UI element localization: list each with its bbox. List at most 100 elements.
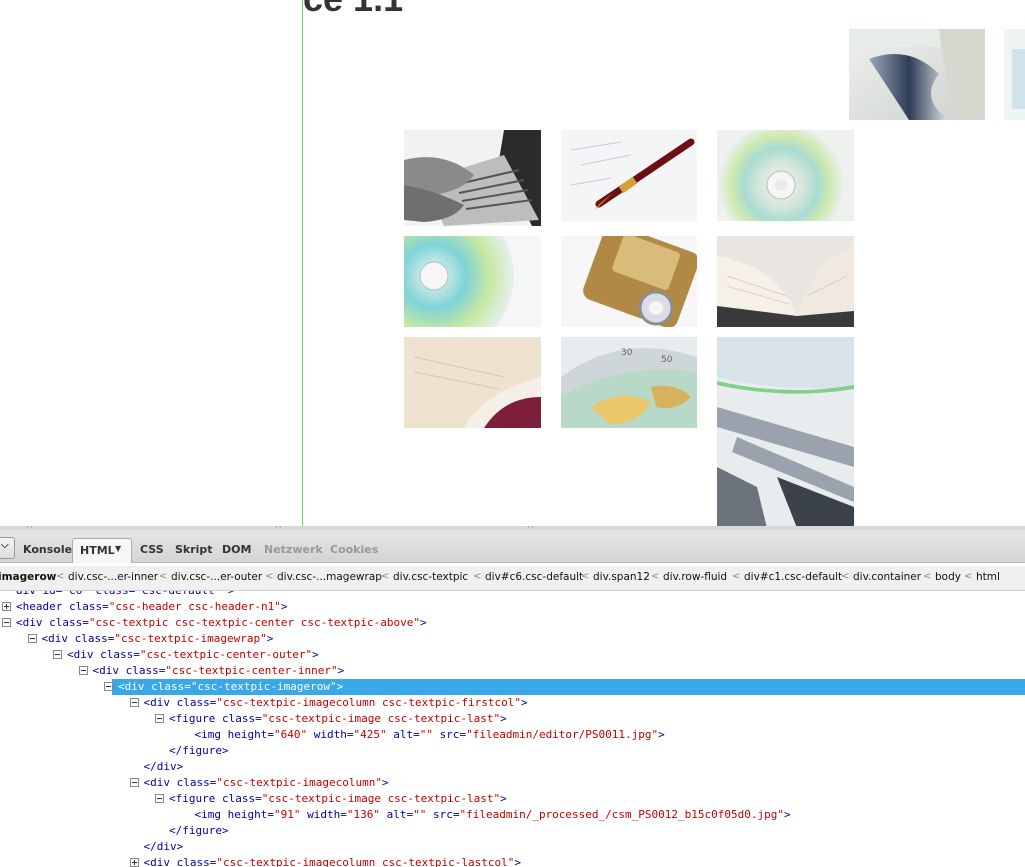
- tag-text: >: [420, 616, 427, 629]
- attribute-name: class=: [68, 600, 109, 613]
- html-tree-node[interactable]: <img height="640" width="425" alt="" src…: [0, 727, 1025, 743]
- html-node-markup: <img height="91" width="136" alt="" src=…: [195, 807, 791, 823]
- html-tree-node[interactable]: <div class="csc-textpic-center-inner">: [0, 663, 1025, 679]
- html-tree-node[interactable]: <div class="csc-textpic-imagerow">: [0, 679, 1025, 695]
- html-tree-node[interactable]: <header class="csc-header csc-header-n1"…: [0, 599, 1025, 615]
- breadcrumb-item[interactable]: div.csc-textpic: [393, 571, 468, 583]
- attribute-value: "": [419, 728, 433, 741]
- tag-text: <img: [194, 808, 228, 821]
- breadcrumb-item[interactable]: div.row-fluid: [663, 571, 727, 583]
- html-tree-node[interactable]: div id="c6" class="csc-default" >: [0, 591, 1025, 599]
- attribute-name: class=: [49, 616, 89, 629]
- html-tree-node[interactable]: </figure>: [0, 743, 1025, 759]
- attribute-name: alt=: [386, 728, 420, 741]
- attribute-name: class=: [100, 648, 140, 661]
- collapse-icon[interactable]: [27, 634, 37, 643]
- collapse-icon[interactable]: [104, 682, 113, 691]
- html-node-markup: </figure>: [169, 743, 229, 759]
- html-tree-node[interactable]: <div class="csc-textpic-center-outer">: [0, 647, 1025, 663]
- html-node-markup: <div class="csc-textpic-imagewrap">: [42, 631, 274, 647]
- tag-text: >: [280, 600, 288, 613]
- tab-html-label: HTML: [80, 544, 115, 557]
- collapse-icon[interactable]: [2, 618, 11, 627]
- collapse-icon[interactable]: [129, 698, 139, 707]
- image-padlock-key: [561, 236, 697, 327]
- html-tree-node[interactable]: <div class="csc-textpic csc-textpic-cent…: [0, 615, 1025, 631]
- tag-text: </div>: [143, 840, 184, 853]
- breadcrumb-item[interactable]: imagerow: [0, 571, 56, 583]
- image-cd-disc-1: [717, 130, 854, 221]
- tag-text: <div: [67, 648, 101, 661]
- attribute-value: "csc-header csc-header-n1": [108, 600, 281, 613]
- expand-icon[interactable]: [129, 858, 139, 867]
- html-tree-node[interactable]: <figure class="csc-textpic-image csc-tex…: [0, 791, 1025, 807]
- attribute-value: "csc-textpic-imagerow": [190, 680, 337, 693]
- breadcrumb-separator-icon: <: [265, 571, 274, 582]
- tab-netzwerk[interactable]: Netzwerk: [264, 543, 323, 556]
- breadcrumb-item[interactable]: div.csc-...er-outer: [171, 571, 262, 583]
- html-tree-node[interactable]: </div>: [0, 839, 1025, 855]
- breadcrumb-separator-icon: <: [381, 571, 390, 582]
- breadcrumb-item[interactable]: body: [935, 571, 961, 583]
- tab-skript[interactable]: Skript: [175, 543, 213, 556]
- collapse-icon[interactable]: [155, 714, 164, 723]
- tag-text: <div: [118, 680, 152, 693]
- breadcrumb-item[interactable]: div.csc-...er-inner: [68, 571, 158, 583]
- attribute-value: "csc-textpic-imagewrap": [114, 632, 267, 645]
- html-tree-node[interactable]: <div class="csc-textpic-imagecolumn">: [0, 775, 1025, 791]
- attribute-name: class=: [176, 856, 217, 867]
- breadcrumb-item[interactable]: div#c6.csc-default: [485, 571, 583, 583]
- tab-konsole[interactable]: Konsole: [23, 543, 72, 556]
- attribute-name: src=: [432, 728, 467, 741]
- page-viewport: ce 1.1: [0, 0, 1025, 528]
- dropdown-arrow-icon[interactable]: ▼: [115, 544, 121, 553]
- collapse-icon[interactable]: [78, 666, 88, 675]
- html-tree-node[interactable]: <figure class="csc-textpic-image csc-tex…: [0, 711, 1025, 727]
- attribute-value: "csc-textpic-image csc-textpic-last": [261, 792, 501, 805]
- attribute-name: class=: [74, 632, 115, 645]
- collapse-icon[interactable]: [155, 794, 164, 803]
- html-node-markup: <div class="csc-textpic csc-textpic-cent…: [16, 615, 427, 631]
- tab-cookies[interactable]: Cookies: [330, 543, 378, 556]
- attribute-name: class=: [151, 680, 191, 693]
- tag-text: <div: [41, 632, 75, 645]
- html-tree-node[interactable]: <div class="csc-textpic-imagecolumn csc-…: [0, 855, 1025, 867]
- collapse-icon[interactable]: [129, 778, 139, 787]
- html-node-markup: div id="c6" class="csc-default" >: [16, 591, 235, 599]
- collapse-icon[interactable]: [53, 650, 62, 659]
- breadcrumb-item[interactable]: div.container: [853, 571, 921, 583]
- breadcrumb-separator-icon: <: [923, 571, 932, 582]
- attribute-value: "csc-textpic-center-outer": [139, 648, 313, 661]
- html-node-markup: <div class="csc-textpic-center-outer">: [67, 647, 319, 663]
- html-tree-node[interactable]: <div class="csc-textpic-imagewrap">: [0, 631, 1025, 647]
- layout-guide-line: [302, 0, 303, 528]
- breadcrumb-item[interactable]: div.span12: [593, 571, 650, 583]
- attribute-value: "640": [273, 728, 308, 741]
- expand-icon[interactable]: [2, 602, 11, 611]
- tab-html[interactable]: HTML ▼: [72, 538, 132, 563]
- html-tree-node[interactable]: </div>: [0, 759, 1025, 775]
- tab-css[interactable]: CSS: [140, 543, 164, 556]
- devtools-menu-button[interactable]: ⌵: [0, 537, 15, 559]
- html-tree-node[interactable]: <div class="csc-textpic-imagecolumn csc-…: [0, 695, 1025, 711]
- html-node-markup: </figure>: [169, 823, 229, 839]
- image-laptop-typing: [404, 130, 541, 226]
- tag-text: >: [381, 776, 389, 789]
- html-tree-node[interactable]: </figure>: [0, 823, 1025, 839]
- breadcrumb-item[interactable]: html: [976, 571, 1000, 583]
- attribute-name: class=: [176, 696, 217, 709]
- attribute-value: "fileadmin/editor/PS0011.jpg": [466, 728, 659, 741]
- html-tree-node[interactable]: <img height="91" width="136" alt="" src=…: [0, 807, 1025, 823]
- tag-text: </div>: [143, 760, 184, 773]
- html-node-markup: <div class="csc-textpic-imagerow">: [118, 679, 343, 695]
- tag-text: >: [337, 664, 345, 677]
- attribute-value: "csc-textpic-image csc-textpic-last": [261, 712, 501, 725]
- tag-text: >: [266, 632, 274, 645]
- tab-dom[interactable]: DOM: [222, 543, 251, 556]
- attribute-name: height=: [227, 728, 274, 741]
- html-node-markup: <div class="csc-textpic-imagecolumn">: [144, 775, 389, 791]
- breadcrumb-item[interactable]: div#c1.csc-default: [744, 571, 842, 583]
- attribute-value: "csc-textpic-center-inner": [165, 664, 338, 677]
- breadcrumb-item[interactable]: div.csc-...magewrap: [277, 571, 382, 583]
- tag-text: >: [521, 696, 528, 709]
